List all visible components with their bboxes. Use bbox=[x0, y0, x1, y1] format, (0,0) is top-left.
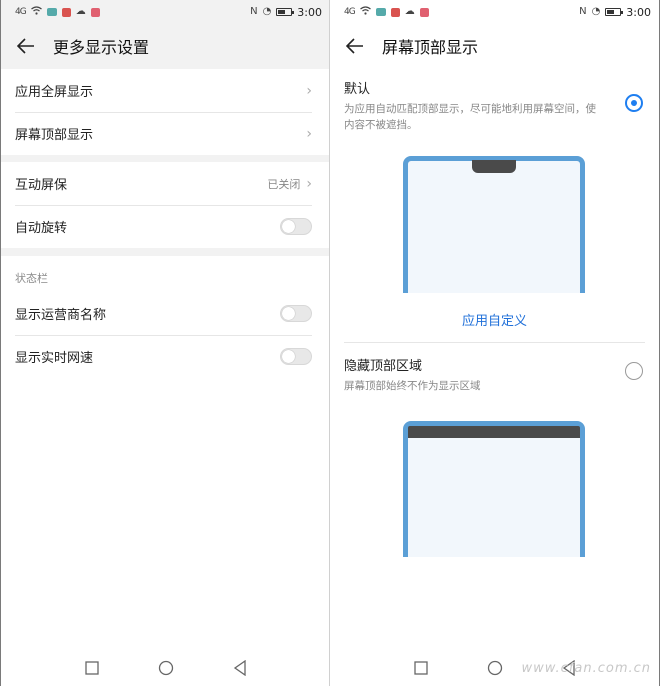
option-description: 屏幕顶部始终不作为显示区域 bbox=[344, 380, 481, 392]
navigation-bar bbox=[1, 650, 330, 686]
status-bar: 4G ☁ N ◔ 3:00 bbox=[1, 0, 330, 24]
chevron-right-icon: › bbox=[306, 175, 312, 192]
clock: 3:00 bbox=[297, 5, 322, 19]
notification-icon bbox=[375, 8, 386, 16]
app-notification-icon bbox=[61, 7, 71, 17]
option-hide-top-radio[interactable] bbox=[625, 362, 643, 380]
app-bar: 屏幕顶部显示 bbox=[330, 24, 659, 68]
auto-rotate-item: 自动旋转 bbox=[1, 205, 330, 248]
back-arrow-icon bbox=[17, 38, 34, 54]
square-icon bbox=[84, 661, 99, 675]
watermark: www.cfan.com.cn bbox=[521, 661, 651, 676]
item-label: 互动屏保 bbox=[15, 178, 68, 193]
more-display-settings-screen: 4G ☁ N ◔ 3:00 更多显示设置 应用全屏显示 › 屏幕顶部显示 › 互… bbox=[1, 0, 330, 686]
speed-icon: ◔ bbox=[591, 6, 601, 17]
hidden-top-bar-illustration bbox=[408, 426, 580, 438]
circle-icon bbox=[487, 660, 502, 676]
recents-button[interactable] bbox=[83, 659, 101, 677]
cloud-icon: ☁ bbox=[404, 6, 415, 17]
content-area bbox=[1, 370, 330, 686]
separator bbox=[344, 342, 645, 343]
screen-top-display-screen: 4G ☁ N ◔ 3:00 屏幕顶部显示 默认 为应用自动匹配顶部显示，尽可能地… bbox=[330, 0, 659, 686]
option-hide-top[interactable]: 隐藏顶部区域 屏幕顶部始终不作为显示区域 bbox=[330, 355, 659, 394]
signal-icon: 4G bbox=[15, 7, 27, 17]
home-button[interactable] bbox=[486, 659, 504, 677]
screen-area-illustration bbox=[410, 438, 578, 557]
page-title: 更多显示设置 bbox=[53, 38, 150, 57]
show-carrier-name-item: 显示运营商名称 bbox=[1, 292, 330, 335]
item-label: 显示实时网速 bbox=[15, 351, 94, 366]
item-value: 已关闭 bbox=[267, 177, 301, 191]
app-bar: 更多显示设置 bbox=[1, 24, 330, 68]
item-label: 屏幕顶部显示 bbox=[15, 128, 94, 143]
wifi-icon bbox=[30, 6, 42, 18]
screen-top-display-item[interactable]: 屏幕顶部显示 › bbox=[1, 112, 330, 155]
show-carrier-name-toggle[interactable] bbox=[280, 305, 312, 322]
option-title: 隐藏顶部区域 bbox=[344, 359, 423, 374]
back-nav-button[interactable] bbox=[231, 659, 249, 677]
status-bar: 4G ☁ N ◔ 3:00 bbox=[330, 0, 659, 24]
settings-group-display: 应用全屏显示 › 屏幕顶部显示 › bbox=[1, 69, 330, 155]
chevron-right-icon: › bbox=[306, 125, 312, 142]
item-label: 自动旋转 bbox=[15, 221, 68, 236]
triangle-back-icon bbox=[233, 660, 246, 676]
wifi-icon bbox=[359, 6, 371, 18]
recents-button[interactable] bbox=[412, 659, 430, 677]
signal-icon: 4G bbox=[344, 7, 356, 17]
battery-icon bbox=[276, 8, 295, 16]
speed-icon: ◔ bbox=[262, 6, 272, 17]
battery-icon bbox=[605, 8, 624, 16]
circle-icon bbox=[158, 660, 173, 676]
cloud-icon: ☁ bbox=[75, 6, 86, 17]
option-description: 为应用自动匹配顶部显示，尽可能地利用屏幕空间，使内容不被遮挡。 bbox=[344, 103, 596, 131]
back-button[interactable] bbox=[344, 35, 366, 57]
auto-rotate-toggle[interactable] bbox=[280, 218, 312, 235]
page-title: 屏幕顶部显示 bbox=[382, 38, 479, 57]
notification-icon bbox=[46, 8, 57, 16]
store-icon bbox=[419, 7, 429, 17]
screensaver-item[interactable]: 互动屏保 已关闭 › bbox=[1, 162, 330, 205]
chevron-right-icon: › bbox=[306, 82, 312, 99]
option-default[interactable]: 默认 为应用自动匹配顶部显示，尽可能地利用屏幕空间，使内容不被遮挡。 bbox=[330, 78, 659, 133]
store-icon bbox=[90, 7, 100, 17]
notch-illustration bbox=[472, 160, 516, 173]
option-default-radio[interactable] bbox=[625, 94, 643, 112]
app-notification-icon bbox=[390, 7, 400, 17]
settings-group-statusbar: 状态栏 显示运营商名称 显示实时网速 bbox=[1, 256, 330, 370]
phone-preview-notch bbox=[403, 156, 585, 293]
settings-group-screen: 互动屏保 已关闭 › 自动旋转 bbox=[1, 162, 330, 248]
clock: 3:00 bbox=[626, 5, 651, 19]
fullscreen-apps-item[interactable]: 应用全屏显示 › bbox=[1, 69, 330, 112]
square-icon bbox=[413, 661, 428, 675]
item-label: 显示运营商名称 bbox=[15, 308, 107, 323]
item-label: 应用全屏显示 bbox=[15, 85, 94, 100]
home-button[interactable] bbox=[157, 659, 175, 677]
phone-preview-hidden-top bbox=[403, 421, 585, 557]
section-label: 状态栏 bbox=[15, 272, 48, 285]
back-button[interactable] bbox=[15, 35, 37, 57]
back-arrow-icon bbox=[346, 38, 363, 54]
nfc-icon: N bbox=[250, 6, 258, 17]
option-title: 默认 bbox=[344, 82, 371, 97]
app-custom-link[interactable]: 应用自定义 bbox=[330, 310, 659, 329]
nfc-icon: N bbox=[579, 6, 587, 17]
show-network-speed-toggle[interactable] bbox=[280, 348, 312, 365]
